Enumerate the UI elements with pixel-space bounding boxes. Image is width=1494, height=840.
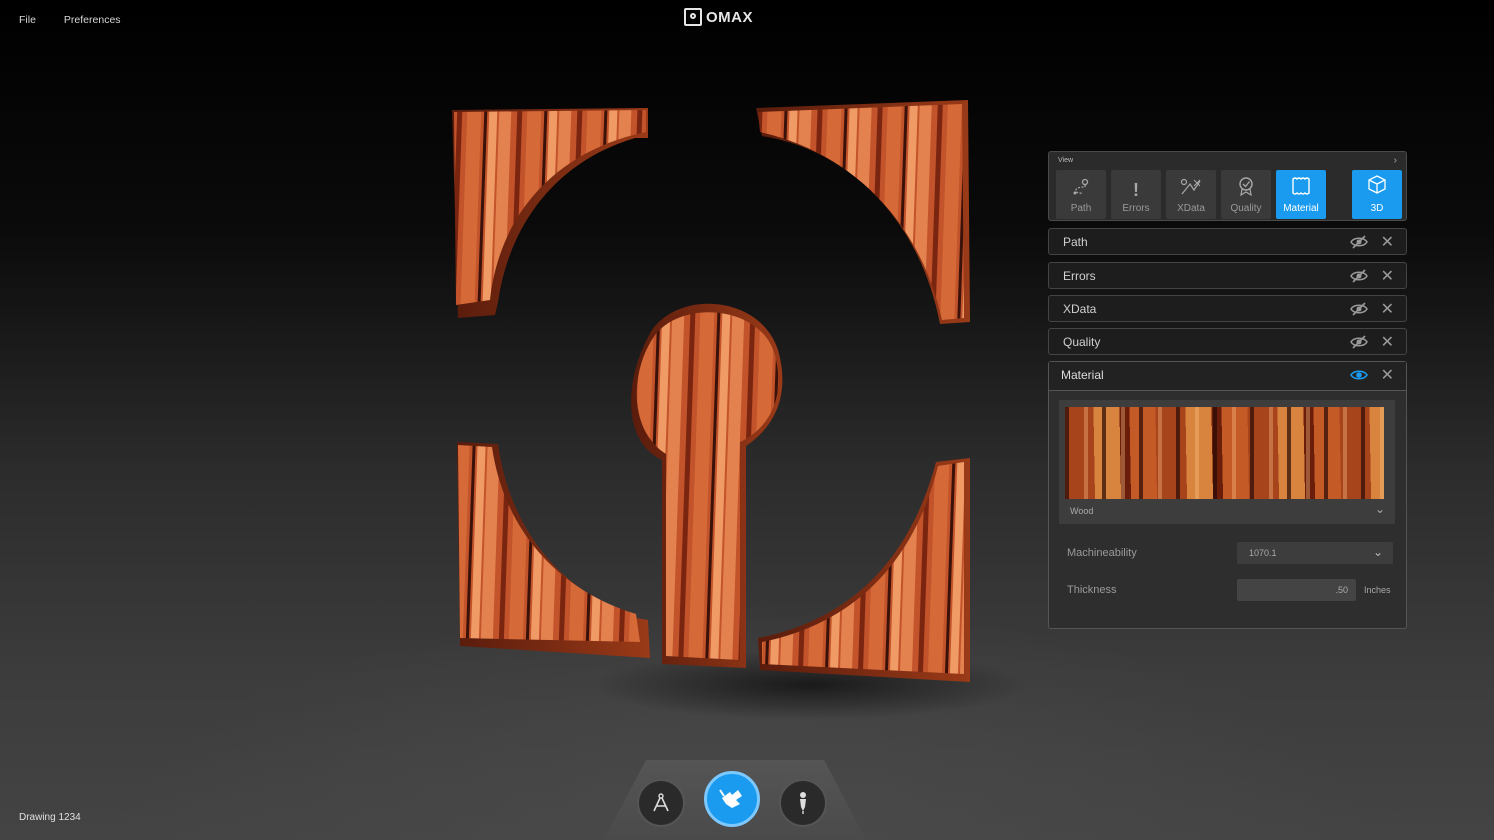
view-toolbar: View › Path ! Errors XData Quality Mater… (1048, 151, 1407, 221)
view-button-material[interactable]: Material (1276, 170, 1326, 219)
3d-viewport[interactable] (440, 90, 1000, 740)
thickness-unit: Inches (1364, 585, 1391, 595)
machineability-value: 1070.1 (1249, 548, 1277, 558)
view-button-3d[interactable]: 3D (1352, 170, 1402, 219)
swatch-name: Wood (1070, 506, 1094, 516)
file-menu[interactable]: File (19, 14, 36, 26)
brand-name: OMAX (706, 8, 753, 26)
omax-logo: OMAX (684, 8, 753, 26)
layer-row-errors[interactable]: Errors ✕ (1048, 262, 1407, 289)
layer-name: Quality (1063, 335, 1101, 349)
material-title: Material (1061, 368, 1104, 382)
view-panel: View › Path ! Errors XData Quality Mater… (1048, 151, 1407, 629)
chevron-right-icon[interactable]: › (1394, 155, 1397, 166)
keyhole-piece (631, 303, 783, 668)
view-button-errors-label: Errors (1122, 203, 1150, 214)
ribbon-icon (1237, 176, 1255, 200)
bottom-left-corner-piece (457, 442, 650, 658)
material-swatch-card[interactable]: Wood ⌄ (1059, 400, 1395, 524)
layer-row-xdata[interactable]: XData ✕ (1048, 295, 1407, 322)
omax-logo-icon (684, 8, 702, 26)
view-button-path-label: Path (1070, 203, 1092, 214)
nozzle-tool-button[interactable] (779, 779, 827, 827)
close-icon[interactable]: ✕ (1381, 299, 1394, 319)
eye-hidden-icon[interactable] (1350, 234, 1368, 250)
view-button-material-label: Material (1283, 203, 1319, 214)
waterjet-nozzle-icon (800, 792, 806, 814)
view-button-xdata-label: XData (1177, 203, 1205, 214)
view-button-quality-label: Quality (1230, 203, 1262, 214)
part-cut-icon (719, 789, 742, 808)
layer-row-quality[interactable]: Quality ✕ (1048, 328, 1407, 355)
machineability-dropdown[interactable]: 1070.1 ⌄ (1237, 542, 1393, 564)
layer-name: XData (1063, 302, 1097, 316)
material-section: Material ✕ Wood ⌄ Machineability 1070.1 … (1048, 361, 1407, 629)
machineability-label: Machineability (1067, 547, 1137, 559)
close-icon[interactable]: ✕ (1381, 232, 1394, 252)
layer-name: Errors (1063, 269, 1096, 283)
menu-bar: File Preferences (19, 14, 121, 26)
eye-hidden-icon[interactable] (1350, 334, 1368, 350)
layer-name: Path (1063, 235, 1088, 249)
close-icon[interactable]: ✕ (1381, 365, 1394, 385)
compass-tool-button[interactable] (637, 779, 685, 827)
close-icon[interactable]: ✕ (1381, 332, 1394, 352)
view-button-xdata[interactable]: XData (1166, 170, 1216, 219)
thickness-input[interactable]: .50 (1237, 579, 1356, 601)
view-button-quality[interactable]: Quality (1221, 170, 1271, 219)
path-icon (1072, 178, 1090, 200)
wood-swatch-image (1065, 407, 1384, 499)
bottom-right-corner-piece (758, 458, 970, 682)
view-button-path[interactable]: Path (1056, 170, 1106, 219)
top-right-corner-piece (756, 100, 970, 324)
eye-visible-icon[interactable] (1350, 367, 1368, 383)
exclamation-icon: ! (1133, 180, 1139, 200)
close-icon[interactable]: ✕ (1381, 266, 1394, 286)
chevron-down-icon: ⌄ (1372, 545, 1383, 559)
cube-icon (1366, 174, 1388, 200)
view-buttons: Path ! Errors XData Quality Material 3D (1056, 170, 1402, 219)
view-button-3d-label: 3D (1370, 203, 1384, 214)
material-header[interactable]: Material ✕ (1049, 362, 1406, 391)
layer-row-path[interactable]: Path ✕ (1048, 228, 1407, 255)
top-left-corner-piece (452, 108, 648, 318)
xdata-icon (1180, 178, 1202, 200)
eye-hidden-icon[interactable] (1350, 268, 1368, 284)
chevron-down-icon[interactable]: ⌄ (1375, 502, 1385, 516)
material-icon (1290, 176, 1312, 200)
view-label: View (1058, 157, 1074, 164)
drawing-name: Drawing 1234 (19, 812, 81, 823)
view-button-errors[interactable]: ! Errors (1111, 170, 1161, 219)
preferences-menu[interactable]: Preferences (64, 14, 121, 26)
thickness-label: Thickness (1067, 584, 1117, 596)
cut-part-tool-button[interactable] (704, 771, 760, 827)
wood-model (452, 100, 970, 682)
compass-icon (653, 793, 669, 812)
eye-hidden-icon[interactable] (1350, 301, 1368, 317)
